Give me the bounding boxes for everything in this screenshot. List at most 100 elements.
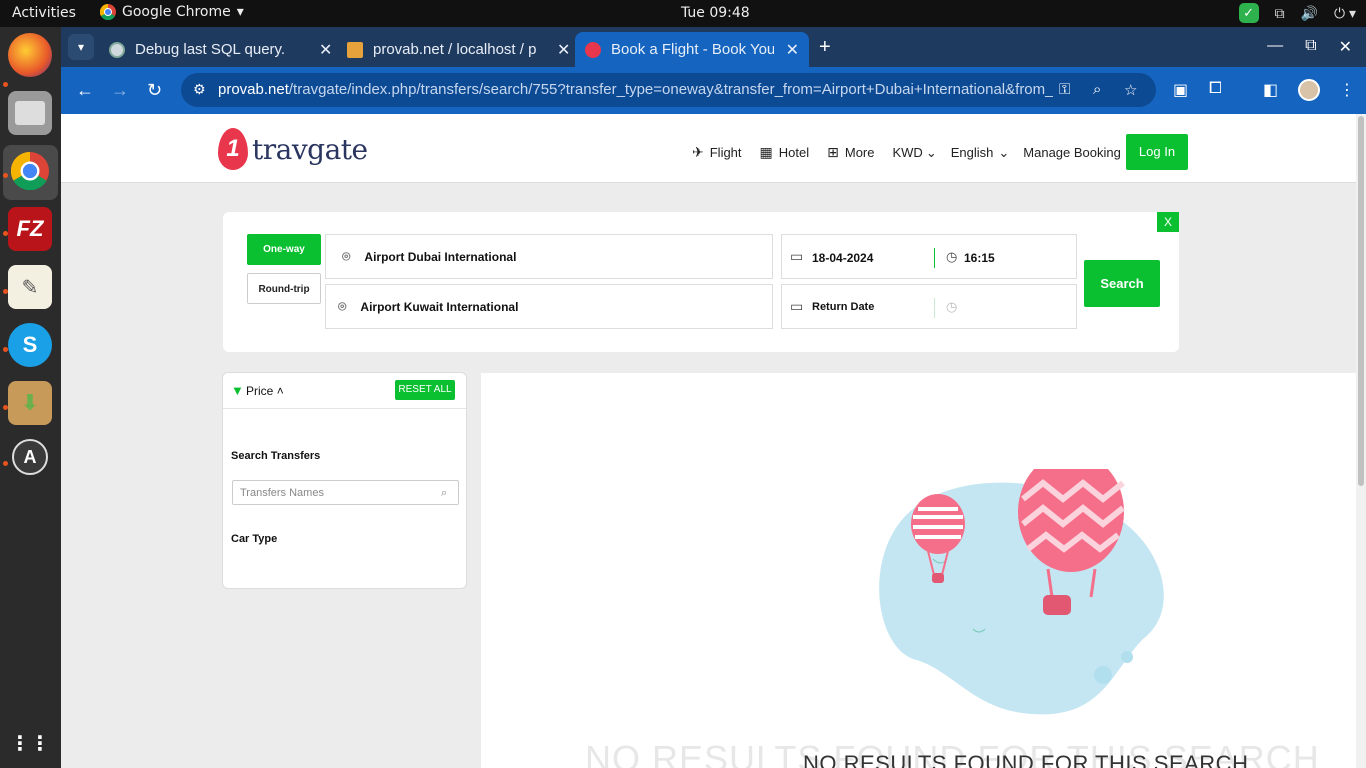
- search-transfers-label: Search Transfers: [231, 450, 321, 462]
- close-tab-icon[interactable]: ✕: [786, 40, 799, 60]
- os-top-bar: Activities Google Chrome ▾ Tue 09:48 ✓ ⧉…: [0, 0, 1366, 27]
- tab-search-button[interactable]: ▾: [68, 34, 94, 60]
- to-location-field[interactable]: ⌾ Airport Kuwait International: [325, 284, 773, 329]
- logo-mark: 1: [218, 128, 248, 170]
- from-value: Airport Dubai International: [364, 249, 517, 264]
- text-editor-icon[interactable]: ✎: [8, 265, 52, 309]
- running-indicator: [3, 289, 8, 294]
- language-select[interactable]: English ⌄: [951, 145, 1010, 161]
- close-tab-icon[interactable]: ✕: [319, 40, 332, 60]
- oneway-button[interactable]: One-way: [247, 234, 321, 265]
- chevron-down-icon: ▾: [236, 4, 244, 20]
- url-text[interactable]: provab.net/travgate/index.php/transfers/…: [218, 81, 1053, 98]
- currency-select[interactable]: KWD ⌄: [892, 145, 936, 161]
- price-toggle[interactable]: Price ˄: [246, 384, 284, 398]
- nav-label: More: [844, 145, 875, 160]
- clock[interactable]: Tue 09:48: [681, 5, 750, 21]
- site-header: 1 travgate ✈ Flight ▦ Hotel ⊞ More KWD ⌄ Eng…: [61, 114, 1356, 183]
- site-info-icon[interactable]: ⚙: [193, 81, 206, 98]
- window-controls: — ⧉ ✕: [1267, 37, 1352, 57]
- address-bar[interactable]: ⚙ provab.net/travgate/index.php/transfer…: [181, 73, 1156, 107]
- skype-icon[interactable]: S: [8, 323, 52, 367]
- reset-all-button[interactable]: RESET ALL: [395, 380, 455, 400]
- clock-icon[interactable]: ◷: [946, 299, 957, 315]
- from-location-field[interactable]: ⌾ Airport Dubai International: [325, 234, 773, 279]
- return-date-field[interactable]: ▭ Return Date ◷: [781, 284, 1077, 329]
- close-search-button[interactable]: X: [1157, 212, 1179, 232]
- profile-avatar[interactable]: [1298, 79, 1320, 101]
- nav-label: Hotel: [778, 145, 810, 160]
- minimize-icon[interactable]: —: [1267, 37, 1283, 57]
- main-nav: ✈ Flight ▦ Hotel ⊞ More KWD ⌄ English ⌄ Manag…: [692, 144, 1139, 161]
- divider: [934, 298, 935, 318]
- travgate-logo[interactable]: 1 travgate: [218, 128, 368, 170]
- files-icon[interactable]: [8, 91, 52, 135]
- nav-flight[interactable]: ✈ Flight: [692, 144, 742, 161]
- search-icon: ⌕: [441, 487, 448, 499]
- side-panel-icon[interactable]: ◧: [1263, 80, 1278, 100]
- bookmark-star-icon[interactable]: ☆: [1124, 81, 1137, 99]
- chevron-up-icon: ˄: [276, 384, 284, 398]
- car-type-label: Car Type: [231, 533, 278, 545]
- page-scrollbar[interactable]: [1356, 114, 1366, 768]
- tab-strip: ▾ Debug last SQL query. ✕ provab.net / l…: [61, 27, 1366, 67]
- activities-button[interactable]: Activities: [12, 5, 76, 21]
- departure-date-field[interactable]: ▭ 18-04-2024 ◷ 16:15: [781, 234, 1077, 279]
- more-icon: ⊞: [827, 144, 839, 160]
- running-indicator: [3, 82, 8, 87]
- filezilla-icon[interactable]: FZ: [8, 207, 52, 251]
- software-updater-icon[interactable]: A: [12, 439, 48, 475]
- new-tab-icon[interactable]: +: [819, 36, 831, 59]
- tab-title: Debug last SQL query.: [135, 41, 286, 58]
- archive-manager-icon[interactable]: ⬇: [8, 381, 52, 425]
- chrome-dock-icon[interactable]: [8, 149, 52, 193]
- price-label: Price: [246, 384, 274, 398]
- power-icon[interactable]: ⏻ ▾: [1334, 5, 1356, 22]
- nav-label: Manage Booking: [1023, 145, 1121, 160]
- nav-manage-booking[interactable]: Manage Booking: [1023, 145, 1121, 160]
- tab-debug-sql[interactable]: Debug last SQL query. ✕: [99, 32, 342, 67]
- hot-air-balloon-illustration: [879, 469, 1164, 715]
- screencast-icon[interactable]: ▣: [1173, 80, 1188, 100]
- input-placeholder: Transfers Names: [240, 487, 324, 499]
- running-indicator: [3, 173, 8, 178]
- extensions-icon[interactable]: ⧠: [1209, 80, 1222, 98]
- transfers-name-input[interactable]: Transfers Names ⌕: [232, 480, 459, 505]
- nav-hotel[interactable]: ▦ Hotel: [760, 144, 810, 161]
- volume-icon[interactable]: 🔊: [1301, 5, 1318, 22]
- forward-icon[interactable]: →: [111, 80, 129, 101]
- time-value[interactable]: 16:15: [964, 251, 995, 265]
- tab-book-flight[interactable]: Book a Flight - Book You ✕: [575, 32, 809, 67]
- close-tab-icon[interactable]: ✕: [557, 40, 570, 60]
- nav-more[interactable]: ⊞ More: [827, 144, 874, 161]
- chevron-down-icon: ⌄: [925, 144, 937, 160]
- update-check-icon[interactable]: ✓: [1238, 3, 1259, 23]
- phpmyadmin-icon: [347, 41, 363, 58]
- chevron-down-icon: ⌄: [998, 144, 1010, 160]
- location-pin-icon: ⌾: [342, 248, 351, 264]
- show-apps-icon[interactable]: ⋮⋮: [8, 721, 52, 765]
- roundtrip-button[interactable]: Round-trip: [247, 273, 321, 304]
- login-button[interactable]: Log In: [1126, 134, 1188, 170]
- network-icon[interactable]: ⧉: [1275, 5, 1285, 22]
- maximize-icon[interactable]: ⧉: [1305, 37, 1316, 57]
- url-host: provab.net: [218, 81, 289, 98]
- no-results-message: NO RESULTS FOUND FOR THIS SEARCH: [803, 751, 1249, 768]
- dock: FZ ✎ S ⬇ A ⋮⋮: [0, 27, 61, 768]
- menu-icon[interactable]: ⋮: [1339, 80, 1355, 100]
- system-tray[interactable]: ✓ ⧉ 🔊 ⏻ ▾: [1238, 3, 1356, 23]
- close-window-icon[interactable]: ✕: [1339, 37, 1352, 57]
- to-value: Airport Kuwait International: [360, 299, 519, 314]
- tab-phpmyadmin[interactable]: provab.net / localhost / p ✕: [337, 32, 580, 67]
- language-label: English: [950, 145, 994, 160]
- reload-icon[interactable]: ↻: [147, 80, 162, 101]
- zoom-icon[interactable]: ⌕: [1093, 81, 1101, 98]
- running-indicator: [3, 231, 8, 236]
- back-icon[interactable]: ←: [76, 80, 94, 101]
- search-button[interactable]: Search: [1084, 260, 1160, 307]
- nav-label: Flight: [709, 145, 742, 160]
- scrollbar-thumb[interactable]: [1358, 116, 1364, 486]
- key-icon[interactable]: ⚿: [1059, 81, 1070, 98]
- app-menu[interactable]: Google Chrome ▾: [100, 4, 244, 20]
- firefox-icon[interactable]: [8, 33, 52, 77]
